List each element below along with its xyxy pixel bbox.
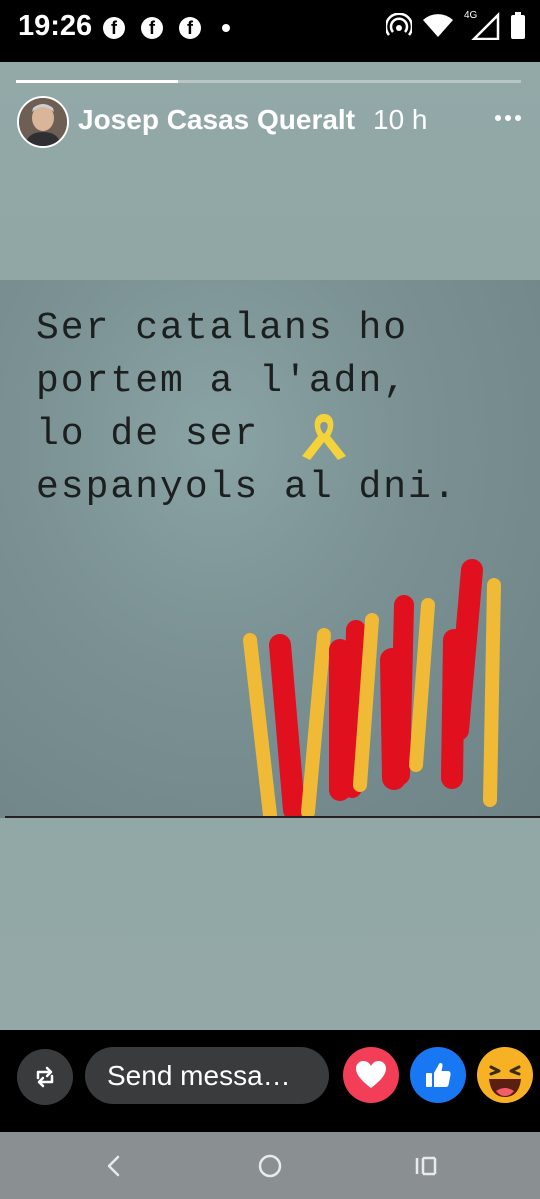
senyera-flag-drawing [243,559,501,818]
battery-icon [511,12,525,39]
dot-icon [222,24,230,32]
4g-signal-icon: 4G [464,10,500,40]
post-time: 10 h [373,104,428,135]
status-bar: 19:26 f f f 4G [0,0,540,62]
image-divider [5,816,540,818]
avatar[interactable] [17,96,69,148]
more-icon [495,115,501,121]
story-viewer[interactable]: Josep Casas Queralt 10 h Ser catalans ho… [0,62,540,1030]
back-button[interactable] [94,1146,134,1186]
story-image: Ser catalans ho portem a l'adn, lo de se… [0,280,540,818]
recents-button[interactable] [406,1146,446,1186]
love-icon [356,1061,386,1088]
hotspot-icon [386,13,412,36]
like-reaction-button[interactable] [410,1047,466,1103]
send-message-input[interactable]: Send messa… [85,1047,329,1104]
facebook-icon: f [141,17,163,39]
status-time: 19:26 [18,10,93,42]
story-progress-fill [16,80,178,83]
wifi-icon [423,14,453,37]
image-text: Ser catalans ho portem a l'adn, lo de se… [36,307,458,509]
share-icon [36,1066,54,1088]
like-icon [426,1062,451,1087]
more-options-button[interactable] [488,98,528,138]
haha-reaction-button[interactable] [477,1047,533,1103]
story-footer: Send messa… [0,1030,540,1132]
system-nav-bar [0,1132,540,1199]
home-button[interactable] [250,1146,290,1186]
recents-icon [415,1156,437,1176]
facebook-icon: f [103,17,125,39]
haha-icon [478,1048,532,1102]
author-name[interactable]: Josep Casas Queralt [78,104,355,136]
home-icon [258,1154,282,1178]
share-button[interactable] [17,1049,73,1105]
status-indicators: 4G [386,10,526,40]
back-icon [107,1155,120,1177]
yellow-ribbon-icon [302,414,346,460]
facebook-icon: f [179,17,201,39]
love-reaction-button[interactable] [343,1047,399,1103]
